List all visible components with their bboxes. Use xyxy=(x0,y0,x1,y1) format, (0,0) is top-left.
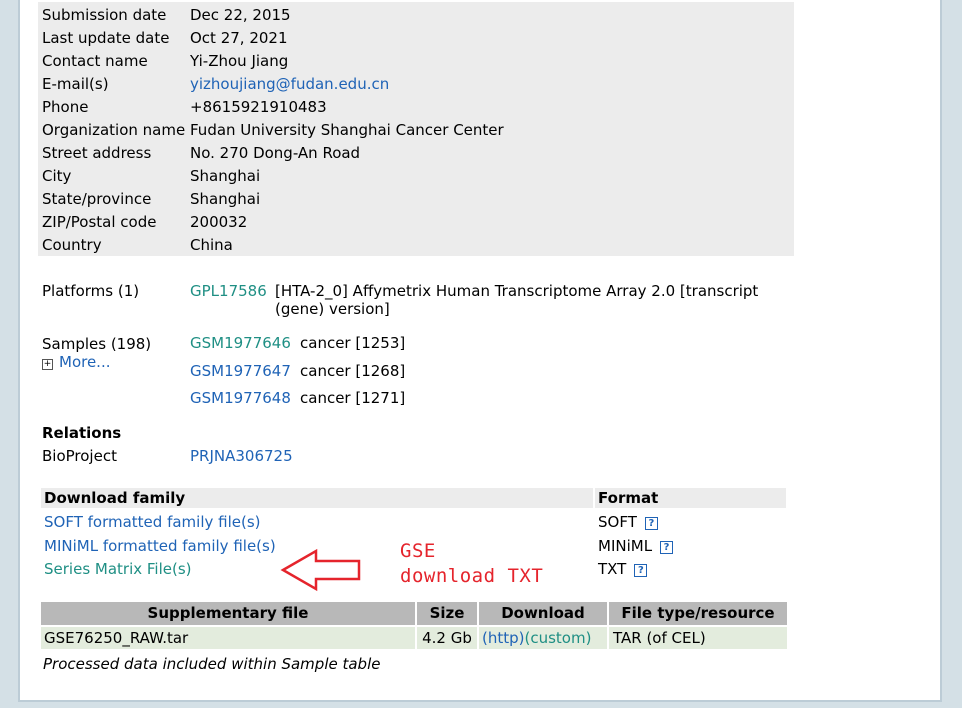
supp-size: 4.2 Gb xyxy=(422,629,472,647)
format-miniml: MINiML? xyxy=(598,537,674,555)
sample-description: cancer [1271] xyxy=(300,389,406,407)
contact-field-label: Contact name xyxy=(42,52,148,70)
supp-header-file: Supplementary file xyxy=(41,602,415,625)
format-soft: SOFT? xyxy=(598,513,658,531)
help-icon[interactable]: ? xyxy=(644,517,658,530)
contact-field-value: 200032 xyxy=(190,213,248,231)
contact-field-value: No. 270 Dong-An Road xyxy=(190,144,361,162)
download-family-header-label: Download family xyxy=(44,489,186,507)
platform-description-line2: (gene) version] xyxy=(275,300,390,318)
help-icon[interactable]: ? xyxy=(660,541,674,554)
annotation-gse: GSE xyxy=(400,540,436,562)
download-family-header: Download family xyxy=(41,488,593,508)
supp-filetype-cell: TAR (of CEL) xyxy=(609,627,787,649)
contact-field-value: China xyxy=(190,236,233,254)
contact-field-label: E-mail(s) xyxy=(42,75,109,93)
contact-field-value: Fudan University Shanghai Cancer Center xyxy=(190,121,504,139)
sample-link[interactable]: GSM1977648 xyxy=(190,389,291,407)
sample-link[interactable]: GSM1977646 xyxy=(190,334,291,352)
supp-header-size: Size xyxy=(417,602,477,625)
supp-header-download: Download xyxy=(479,602,607,625)
bioproject-link[interactable]: PRJNA306725 xyxy=(190,447,293,465)
contact-field-value: Yi-Zhou Jiang xyxy=(190,52,289,70)
http-download-link[interactable]: (http) xyxy=(479,629,525,647)
sample-link[interactable]: GSM1977647 xyxy=(190,362,291,380)
samples-more-toggle[interactable]: + More... xyxy=(42,353,111,371)
sample-description: cancer [1268] xyxy=(300,362,406,380)
contact-field-value: +8615921910483 xyxy=(190,98,327,116)
expand-plus-icon: + xyxy=(42,359,53,370)
contact-field-label: Country xyxy=(42,236,102,254)
supp-filetype: TAR (of CEL) xyxy=(613,629,706,647)
contact-field-label: Last update date xyxy=(42,29,170,47)
platform-description-line1: [HTA-2_0] Affymetrix Human Transcriptome… xyxy=(275,282,759,300)
contact-field-label: Organization name xyxy=(42,121,186,139)
contact-field-label: City xyxy=(42,167,72,185)
supp-file-name: GSE76250_RAW.tar xyxy=(44,629,189,647)
relations-heading: Relations xyxy=(42,424,122,442)
supp-file-cell: GSE76250_RAW.tar xyxy=(41,627,415,649)
red-arrow-annotation xyxy=(280,548,361,592)
format-header-label: Format xyxy=(598,489,659,507)
platform-link[interactable]: GPL17586 xyxy=(190,282,267,300)
contact-field-value: Dec 22, 2015 xyxy=(190,6,291,24)
supp-header-filetype: File type/resource xyxy=(609,602,787,625)
supp-size-cell: 4.2 Gb xyxy=(417,627,477,649)
samples-label: Samples (198) xyxy=(42,335,152,353)
annotation-download-txt: download TXT xyxy=(400,565,544,587)
supp-note: Processed data included within Sample ta… xyxy=(43,655,381,673)
format-miniml-label: MINiML xyxy=(598,537,653,555)
bioproject-label: BioProject xyxy=(42,447,117,465)
miniml-family-link[interactable]: MINiML formatted family file(s) xyxy=(44,537,276,555)
help-icon[interactable]: ? xyxy=(634,564,648,577)
contact-field-label: ZIP/Postal code xyxy=(42,213,157,231)
format-header: Format xyxy=(595,488,786,508)
custom-download-link[interactable]: (custom) xyxy=(525,629,592,647)
format-txt-label: TXT xyxy=(598,560,627,578)
contact-field-value: Shanghai xyxy=(190,167,261,185)
series-matrix-link[interactable]: Series Matrix File(s) xyxy=(44,560,192,578)
contact-field-label: State/province xyxy=(42,190,152,208)
contact-field-value: Shanghai xyxy=(190,190,261,208)
platforms-label: Platforms (1) xyxy=(42,282,140,300)
sample-description: cancer [1253] xyxy=(300,334,406,352)
supp-download-cell: (http)(custom) xyxy=(479,627,607,649)
contact-field-label: Phone xyxy=(42,98,89,116)
samples-more-label: More... xyxy=(59,353,111,371)
soft-family-link[interactable]: SOFT formatted family file(s) xyxy=(44,513,261,531)
contact-field-value: Oct 27, 2021 xyxy=(190,29,288,47)
email-link[interactable]: yizhoujiang@fudan.edu.cn xyxy=(190,75,389,93)
format-txt: TXT? xyxy=(598,560,648,578)
contact-field-label: Submission date xyxy=(42,6,167,24)
format-soft-label: SOFT xyxy=(598,513,637,531)
contact-field-label: Street address xyxy=(42,144,152,162)
